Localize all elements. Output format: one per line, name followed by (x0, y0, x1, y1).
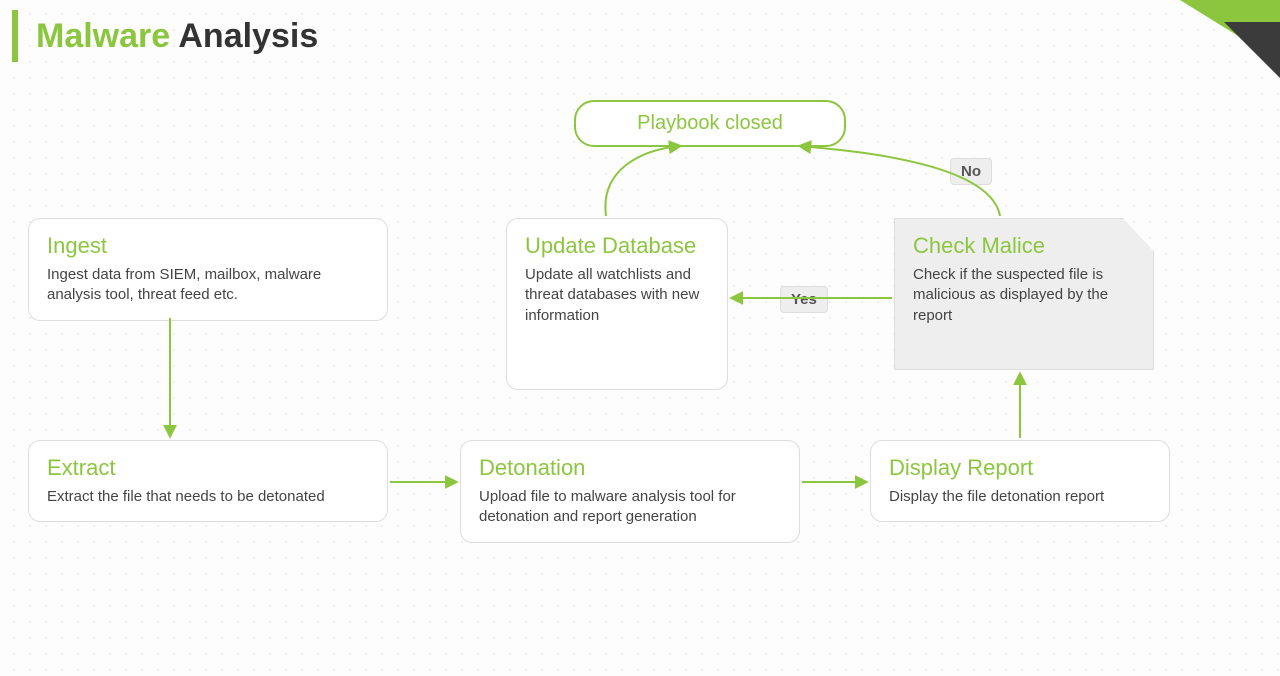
node-extract: Extract Extract the file that needs to b… (28, 440, 388, 522)
node-update-desc: Update all watchlists and threat databas… (525, 265, 709, 326)
node-extract-title: Extract (47, 455, 369, 481)
label-yes: Yes (780, 286, 828, 313)
arrow-update-closed (605, 146, 680, 216)
node-check-malice: Check Malice Check if the suspected file… (894, 218, 1154, 370)
node-extract-desc: Extract the file that needs to be detona… (47, 487, 369, 507)
title-text: Malware Analysis (36, 17, 318, 56)
corner-triangle-green (1180, 0, 1280, 62)
corner-triangle-dark (1224, 22, 1280, 78)
node-display-title: Display Report (889, 455, 1151, 481)
node-check-desc: Check if the suspected file is malicious… (913, 265, 1135, 326)
node-detonation-desc: Upload file to malware analysis tool for… (479, 487, 781, 528)
node-check-title: Check Malice (913, 233, 1135, 259)
node-detonation-title: Detonation (479, 455, 781, 481)
node-update-title: Update Database (525, 233, 709, 259)
title-accent-bar (12, 10, 18, 62)
node-update-database: Update Database Update all watchlists an… (506, 218, 728, 390)
node-ingest-desc: Ingest data from SIEM, mailbox, malware … (47, 265, 369, 306)
title-word-1: Malware (36, 17, 170, 55)
node-ingest: Ingest Ingest data from SIEM, mailbox, m… (28, 218, 388, 321)
page-title: Malware Analysis (12, 10, 318, 62)
node-display-desc: Display the file detonation report (889, 487, 1151, 507)
node-detonation: Detonation Upload file to malware analys… (460, 440, 800, 543)
terminal-label: Playbook closed (637, 112, 783, 134)
corner-decoration (1160, 0, 1280, 80)
terminal-playbook-closed: Playbook closed (574, 100, 846, 147)
title-word-2: Analysis (178, 17, 318, 55)
slide: Malware Analysis Playbook closed Ingest … (0, 0, 1280, 676)
label-no: No (950, 158, 992, 185)
node-ingest-title: Ingest (47, 233, 369, 259)
node-display-report: Display Report Display the file detonati… (870, 440, 1170, 522)
